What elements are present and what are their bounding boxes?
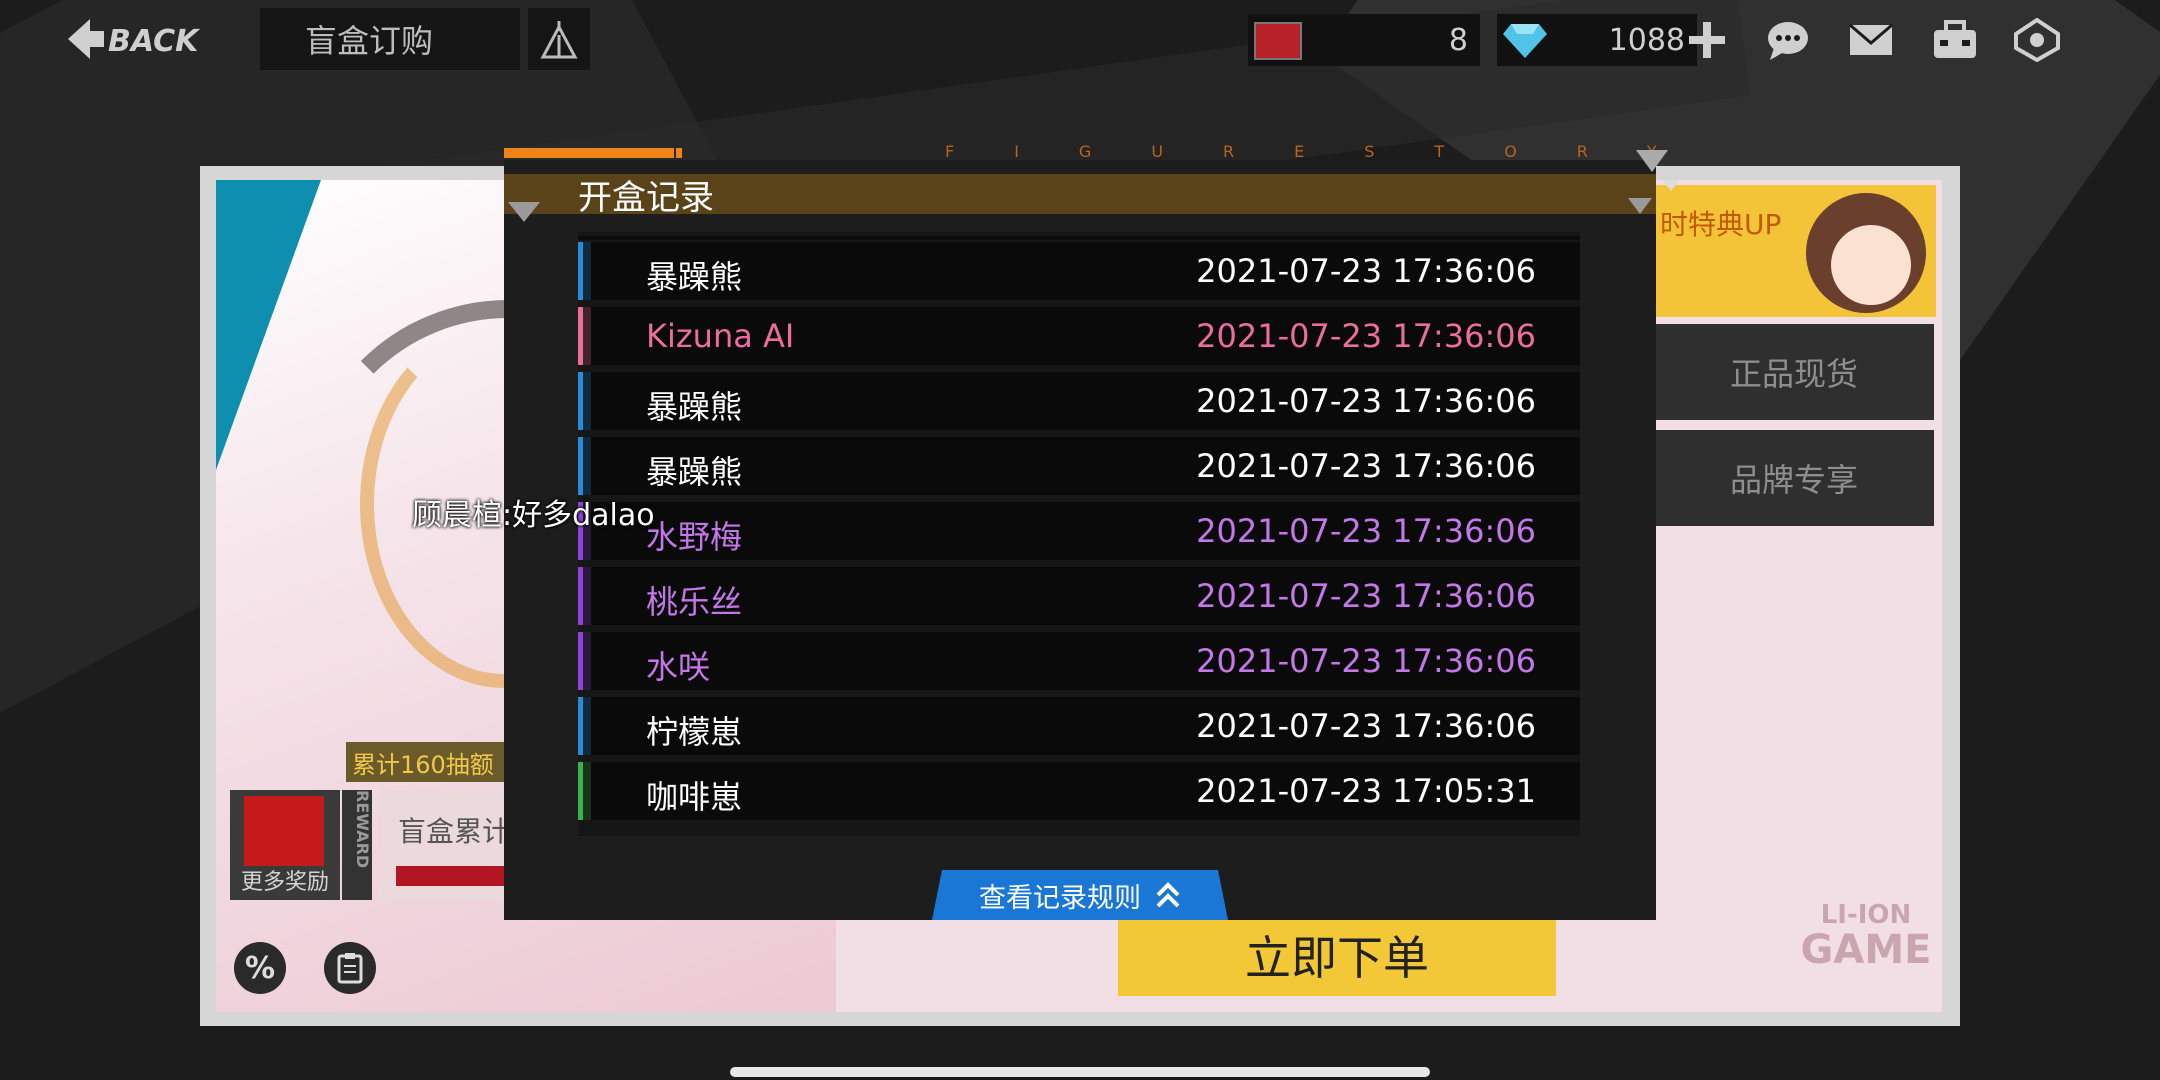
genuine-stock-button[interactable]: 正品现货 bbox=[1654, 324, 1934, 420]
rarity-stripe-texture bbox=[583, 762, 591, 820]
close-icon[interactable] bbox=[1636, 150, 1668, 172]
record-timestamp: 2021-07-23 17:36:06 bbox=[1196, 512, 1536, 550]
record-item-name: 暴躁熊 bbox=[646, 388, 743, 426]
mail-icon[interactable] bbox=[1846, 18, 1896, 62]
ticket-count: 8 bbox=[1448, 22, 1468, 58]
record-timestamp: 2021-07-23 17:36:06 bbox=[1196, 382, 1536, 420]
record-timestamp: 2021-07-23 17:05:31 bbox=[1196, 772, 1536, 810]
reward-tag: 累计160抽额 bbox=[346, 742, 512, 782]
record-row: 暴躁熊 2021-07-23 17:36:06 bbox=[578, 242, 1580, 300]
page-title: 盲盒订购 bbox=[305, 22, 434, 60]
diamond-count: 1088 bbox=[1608, 22, 1685, 58]
brand-logo: LI-ION GAME bbox=[1798, 900, 1934, 980]
page-title-box: 盲盒订购 bbox=[260, 8, 520, 70]
rarity-stripe-texture bbox=[583, 567, 591, 625]
event-banner[interactable]: 时特典UP bbox=[1650, 185, 1936, 317]
rarity-stripe-texture bbox=[583, 372, 591, 430]
order-now-button[interactable]: 立即下单 bbox=[1118, 914, 1556, 996]
gift-icon bbox=[244, 796, 324, 866]
record-row: 暴躁熊 2021-07-23 17:36:06 bbox=[578, 437, 1580, 495]
record-row: 水野梅 2021-07-23 17:36:06 bbox=[578, 502, 1580, 560]
record-row: 暴躁熊 2021-07-23 17:36:06 bbox=[578, 372, 1580, 430]
record-timestamp: 2021-07-23 17:36:06 bbox=[1196, 707, 1536, 745]
reward-vertical-label: REWARD bbox=[342, 790, 372, 900]
rarity-stripe-texture bbox=[583, 242, 591, 300]
record-item-name: 柠檬崽 bbox=[646, 713, 743, 751]
record-item-name: 水野梅 bbox=[646, 518, 743, 556]
record-row: 桃乐丝 2021-07-23 17:36:06 bbox=[578, 567, 1580, 625]
record-timestamp: 2021-07-23 17:36:06 bbox=[1196, 642, 1536, 680]
rarity-stripe-texture bbox=[583, 307, 591, 365]
banner-character-face bbox=[1831, 225, 1911, 305]
record-item-name: 水咲 bbox=[646, 648, 711, 686]
record-row: Kizuna AI 2021-07-23 17:36:06 bbox=[578, 307, 1580, 365]
event-banner-label: 时特典UP bbox=[1660, 208, 1782, 241]
triangle-down-icon bbox=[1662, 180, 1680, 191]
more-rewards-label: 更多奖励 bbox=[240, 870, 329, 895]
modal-accent-bar bbox=[504, 148, 674, 158]
record-timestamp: 2021-07-23 17:36:06 bbox=[1196, 317, 1536, 355]
back-button[interactable]: BACK bbox=[68, 14, 228, 64]
ticket-icon bbox=[1254, 22, 1302, 60]
rarity-stripe-texture bbox=[583, 437, 591, 495]
view-rules-button[interactable]: 查看记录规则 bbox=[932, 870, 1228, 920]
record-item-name: 暴躁熊 bbox=[646, 258, 743, 296]
diamond-counter: 1088 bbox=[1497, 14, 1697, 66]
progress-label: 盲盒累计 bbox=[398, 815, 511, 848]
brand-strip: FIGURESTORY bbox=[945, 142, 1717, 161]
home-indicator[interactable] bbox=[730, 1067, 1430, 1077]
back-arrow-icon: BACK bbox=[68, 19, 201, 59]
brand-logo-line1: LI-ION bbox=[1820, 900, 1912, 930]
record-list[interactable]: 暴躁熊 2021-07-23 17:36:06 Kizuna AI 2021-07-2… bbox=[578, 232, 1580, 836]
record-item-name: 桃乐丝 bbox=[646, 583, 743, 621]
view-rules-label: 查看记录规则 bbox=[979, 882, 1141, 914]
record-item-name: Kizuna AI bbox=[646, 317, 795, 355]
top-bar: BACK 盲盒订购 8 1088 bbox=[0, 0, 2160, 80]
figure-icon[interactable] bbox=[528, 8, 590, 70]
record-row: 水咲 2021-07-23 17:36:06 bbox=[578, 632, 1580, 690]
list-divider bbox=[578, 236, 1580, 240]
rarity-stripe-texture bbox=[583, 697, 591, 755]
record-row: 柠檬崽 2021-07-23 17:36:06 bbox=[578, 697, 1580, 755]
record-timestamp: 2021-07-23 17:36:06 bbox=[1196, 447, 1536, 485]
brand-logo-line2: GAME bbox=[1800, 927, 1932, 973]
more-rewards-button[interactable]: 更多奖励 bbox=[230, 790, 340, 900]
clipboard-icon[interactable] bbox=[324, 942, 376, 994]
triangle-down-icon bbox=[1628, 198, 1652, 214]
bag-icon[interactable] bbox=[1930, 18, 1980, 62]
settings-icon[interactable] bbox=[2012, 18, 2062, 62]
record-item-name: 咖啡崽 bbox=[646, 778, 743, 816]
triangle-down-icon bbox=[508, 202, 540, 222]
rarity-stripe-texture bbox=[583, 632, 591, 690]
record-timestamp: 2021-07-23 17:36:06 bbox=[1196, 252, 1536, 290]
diamond-icon bbox=[1503, 24, 1547, 58]
record-item-name: 暴躁熊 bbox=[646, 453, 743, 491]
modal-accent-bar-small bbox=[676, 148, 682, 158]
back-label: BACK bbox=[108, 24, 201, 59]
plus-icon[interactable] bbox=[1682, 18, 1732, 62]
brand-exclusive-button[interactable]: 品牌专享 bbox=[1654, 430, 1934, 526]
ticket-counter: 8 bbox=[1248, 14, 1480, 66]
chat-icon[interactable] bbox=[1764, 18, 1814, 62]
discount-icon[interactable]: % bbox=[234, 942, 286, 994]
chevron-up-icon bbox=[1156, 882, 1180, 908]
modal-title: 开盒记录 bbox=[578, 178, 714, 218]
chat-message: 顾晨楦:好多dalao bbox=[412, 498, 655, 533]
record-timestamp: 2021-07-23 17:36:06 bbox=[1196, 577, 1536, 615]
record-row: 咖啡崽 2021-07-23 17:05:31 bbox=[578, 762, 1580, 820]
